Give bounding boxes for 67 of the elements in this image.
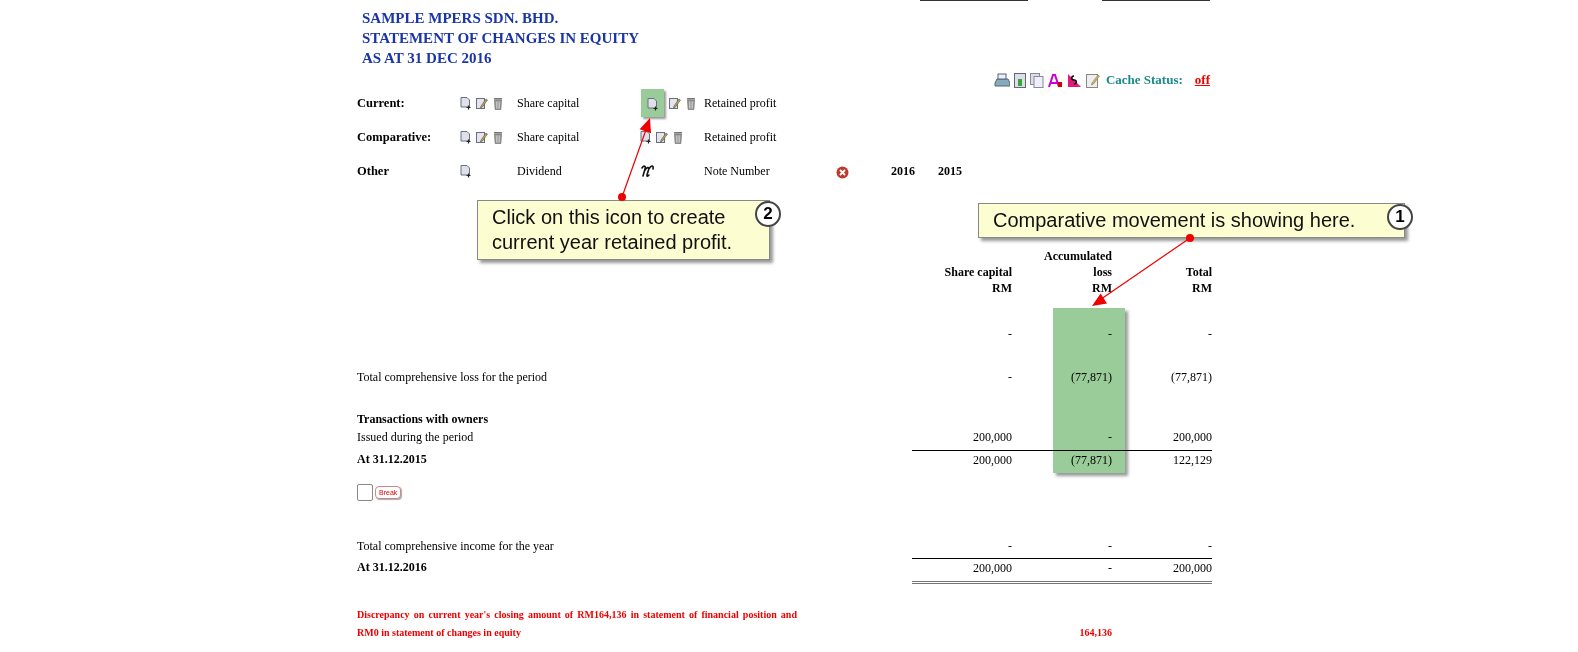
document-icon[interactable] xyxy=(1013,72,1026,88)
item-label: Retained profit xyxy=(704,129,778,146)
edit-icon[interactable] xyxy=(476,130,488,144)
discrepancy-message: Discrepancy on current year's closing amount of RM164,136 in statement of financial position and RM0 in statement of changes in equity xyxy=(357,607,797,640)
table-cell-text: 200,000 xyxy=(972,429,1012,446)
table-cell-text: - xyxy=(1207,537,1212,555)
row-label: At 31.12.2016 xyxy=(357,558,428,576)
year-label: 2015 xyxy=(938,163,963,180)
edit-icon[interactable] xyxy=(656,130,668,144)
report-company: SAMPLE MPERS SDN. BHD. xyxy=(362,9,560,28)
table-cell-text: - xyxy=(1007,369,1012,386)
table-cell-text: 200,000 xyxy=(1172,429,1212,446)
report-title: STATEMENT OF CHANGES IN EQUITY xyxy=(362,29,640,48)
delete-icon[interactable] xyxy=(493,96,503,110)
table-cell: 200,000 xyxy=(912,557,1012,584)
table-cell-text: (77,871) xyxy=(1170,369,1212,386)
checkbox[interactable] xyxy=(357,483,373,501)
printer-icon[interactable] xyxy=(993,73,1010,87)
delete-icon[interactable] xyxy=(673,130,683,144)
table-cell-text: - xyxy=(1007,326,1012,343)
cache-status-link[interactable]: off xyxy=(1194,70,1210,90)
column-header: Share capital RM xyxy=(943,264,1012,296)
table-cell-text: - xyxy=(1107,537,1112,555)
step-number: 2 xyxy=(755,201,781,227)
report-date: AS AT 31 DEC 2016 xyxy=(362,49,493,68)
table-cell-text: - xyxy=(1207,326,1212,343)
table-cell-text: - xyxy=(1107,429,1112,446)
delete-icon[interactable] xyxy=(493,130,503,144)
delete-icon[interactable] xyxy=(686,96,696,110)
new-document-icon[interactable] xyxy=(460,130,471,144)
row-label: At 31.12.2015 xyxy=(357,451,428,468)
row-label: Total comprehensive loss for the period xyxy=(357,369,549,386)
row-label: Other xyxy=(357,162,390,180)
table-cell: - xyxy=(1012,557,1112,584)
table-cell-text: (77,871) xyxy=(1070,369,1112,386)
edit-icon[interactable] xyxy=(476,96,488,110)
highlighted-add-button[interactable] xyxy=(641,89,664,117)
section-heading: Transactions with owners xyxy=(357,411,490,428)
row-label: Issued during the period xyxy=(357,429,475,446)
column-header: Total RM xyxy=(1184,264,1212,296)
table-cell: 200,000 xyxy=(912,450,1012,469)
table-cell: 200,000 xyxy=(1112,557,1212,584)
close-icon[interactable] xyxy=(836,165,849,179)
new-document-icon[interactable] xyxy=(647,97,658,111)
new-document-icon[interactable] xyxy=(460,96,471,110)
item-label: Share capital xyxy=(517,95,581,112)
year-label: 2016 xyxy=(891,163,916,180)
triangle-icon[interactable] xyxy=(1066,72,1082,88)
discrepancy-amount: 164,136 xyxy=(1078,625,1112,640)
table-cell-text: - xyxy=(1007,537,1012,555)
item-label: Share capital xyxy=(517,129,581,146)
table-cell-text: - xyxy=(1107,326,1112,343)
current-year-link[interactable]: current year's xyxy=(428,608,491,620)
script-letter-icon[interactable] xyxy=(640,164,656,178)
copy-icon[interactable] xyxy=(1029,72,1044,88)
row-label: Total comprehensive income for the year xyxy=(357,537,555,555)
item-label: Retained profit xyxy=(704,95,778,112)
item-label: Dividend xyxy=(517,163,563,180)
step-number: 1 xyxy=(1387,204,1413,230)
item-label: Note Number xyxy=(704,163,771,180)
edit-icon[interactable] xyxy=(669,96,681,110)
row-label: Current: xyxy=(357,94,406,112)
cache-status-label: Cache Status: xyxy=(1105,71,1183,90)
new-document-icon[interactable] xyxy=(460,164,471,178)
row-label: Comparative: xyxy=(357,128,433,146)
font-icon[interactable] xyxy=(1047,72,1063,88)
column-header: Accumulated loss RM xyxy=(1043,248,1112,296)
